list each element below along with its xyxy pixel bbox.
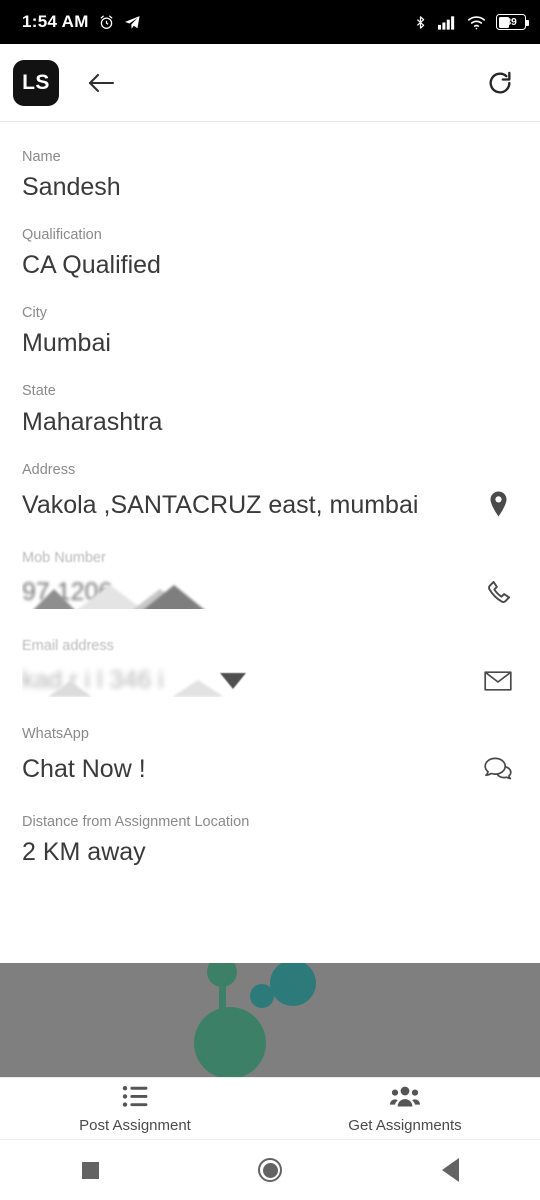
back-triangle-icon[interactable] bbox=[360, 1158, 540, 1182]
field-row: kad r i l 346 i bbox=[22, 661, 518, 701]
banner-blob-green-small bbox=[207, 963, 237, 987]
field-value: Mumbai bbox=[22, 329, 111, 358]
field-value: CA Qualified bbox=[22, 251, 161, 280]
field-row: 97 1206 bbox=[22, 573, 518, 613]
field-row: Sandesh bbox=[22, 172, 518, 202]
home-circle-icon[interactable] bbox=[180, 1158, 360, 1182]
wifi-icon bbox=[467, 15, 486, 30]
field-label: Distance from Assignment Location bbox=[22, 814, 250, 830]
location-pin-icon[interactable] bbox=[478, 485, 518, 525]
list-icon bbox=[122, 1085, 149, 1113]
redaction-mask bbox=[172, 679, 224, 697]
field-row: Vakola ,SANTACRUZ east, mumbai bbox=[22, 485, 518, 525]
field-row: Mumbai bbox=[22, 328, 518, 358]
field-row: Chat Now ! bbox=[22, 749, 518, 789]
cellular-signal-icon bbox=[438, 15, 457, 30]
field-value: 2 KM away bbox=[22, 838, 146, 867]
nav-item-post-assignment[interactable]: Post Assignment bbox=[0, 1085, 270, 1133]
status-bar: 1:54 AM 39 bbox=[0, 0, 540, 44]
status-bar-left: 1:54 AM bbox=[22, 12, 141, 32]
recents-square-icon[interactable] bbox=[0, 1161, 180, 1179]
back-arrow-icon[interactable] bbox=[81, 63, 121, 103]
redacted-phone-value: 97 1206 bbox=[22, 577, 470, 609]
bottom-navigation-bar: Post Assignment Get Assignments bbox=[0, 1077, 540, 1140]
field-state: State Maharashtra bbox=[22, 382, 518, 436]
field-mob-number: Mob Number 97 1206 bbox=[22, 549, 518, 613]
profile-details-list: Name Sandesh Qualification CA Qualified … bbox=[0, 122, 540, 868]
status-bar-right: 39 bbox=[403, 14, 529, 31]
people-group-icon bbox=[390, 1085, 420, 1113]
nav-item-label: Post Assignment bbox=[79, 1116, 191, 1134]
email-icon[interactable] bbox=[478, 661, 518, 701]
field-qualification: Qualification CA Qualified bbox=[22, 226, 518, 280]
field-whatsapp: WhatsApp Chat Now ! bbox=[22, 725, 518, 789]
field-value: Maharashtra bbox=[22, 407, 163, 436]
ad-banner[interactable] bbox=[0, 963, 540, 1077]
whatsapp-chat-now-link[interactable]: Chat Now ! bbox=[22, 754, 470, 784]
android-navigation-bar bbox=[0, 1140, 540, 1200]
field-label: Qualification bbox=[22, 227, 102, 244]
field-label: Name bbox=[22, 149, 61, 165]
status-bar-clock: 1:54 AM bbox=[22, 12, 89, 31]
field-email-address: Email address kad r i l 346 i bbox=[22, 637, 518, 701]
app-logo[interactable]: LS bbox=[13, 59, 59, 106]
field-name: Name Sandesh bbox=[22, 148, 518, 202]
field-value: Vakola ,SANTACRUZ east, mumbai bbox=[22, 490, 419, 519]
bluetooth-icon bbox=[413, 14, 428, 31]
field-city: City Mumbai bbox=[22, 304, 518, 358]
nav-item-get-assignments[interactable]: Get Assignments bbox=[270, 1085, 540, 1133]
redaction-mask bbox=[220, 672, 246, 689]
field-label: City bbox=[22, 305, 47, 322]
field-label: Address bbox=[22, 461, 76, 478]
chat-icon[interactable] bbox=[478, 749, 518, 789]
field-row: Maharashtra bbox=[22, 407, 518, 437]
telegram-icon bbox=[124, 14, 141, 31]
field-distance: Distance from Assignment Location 2 KM a… bbox=[22, 813, 518, 867]
field-value: Sandesh bbox=[22, 173, 121, 202]
nav-item-label: Get Assignments bbox=[348, 1116, 462, 1134]
field-label: State bbox=[22, 383, 56, 400]
field-label: Mob Number bbox=[22, 549, 106, 566]
redaction-mask bbox=[137, 584, 211, 609]
app-bar: LS bbox=[0, 44, 540, 122]
refresh-icon[interactable] bbox=[480, 63, 520, 103]
field-address: Address Vakola ,SANTACRUZ east, mumbai bbox=[22, 461, 518, 525]
field-label: Email address bbox=[22, 637, 114, 654]
field-row: 2 KM away bbox=[22, 837, 518, 867]
battery-level-label: 39 bbox=[505, 16, 517, 28]
field-label: WhatsApp bbox=[22, 725, 89, 742]
battery-icon: 39 bbox=[496, 14, 529, 30]
phone-icon[interactable] bbox=[478, 573, 518, 613]
banner-blob-teal-large bbox=[270, 963, 316, 1006]
redaction-mask bbox=[48, 680, 92, 697]
banner-blob-green-large bbox=[194, 1007, 266, 1077]
field-row: CA Qualified bbox=[22, 250, 518, 280]
alarm-clock-icon bbox=[98, 14, 115, 31]
redacted-email-value: kad r i l 346 i bbox=[22, 665, 470, 697]
